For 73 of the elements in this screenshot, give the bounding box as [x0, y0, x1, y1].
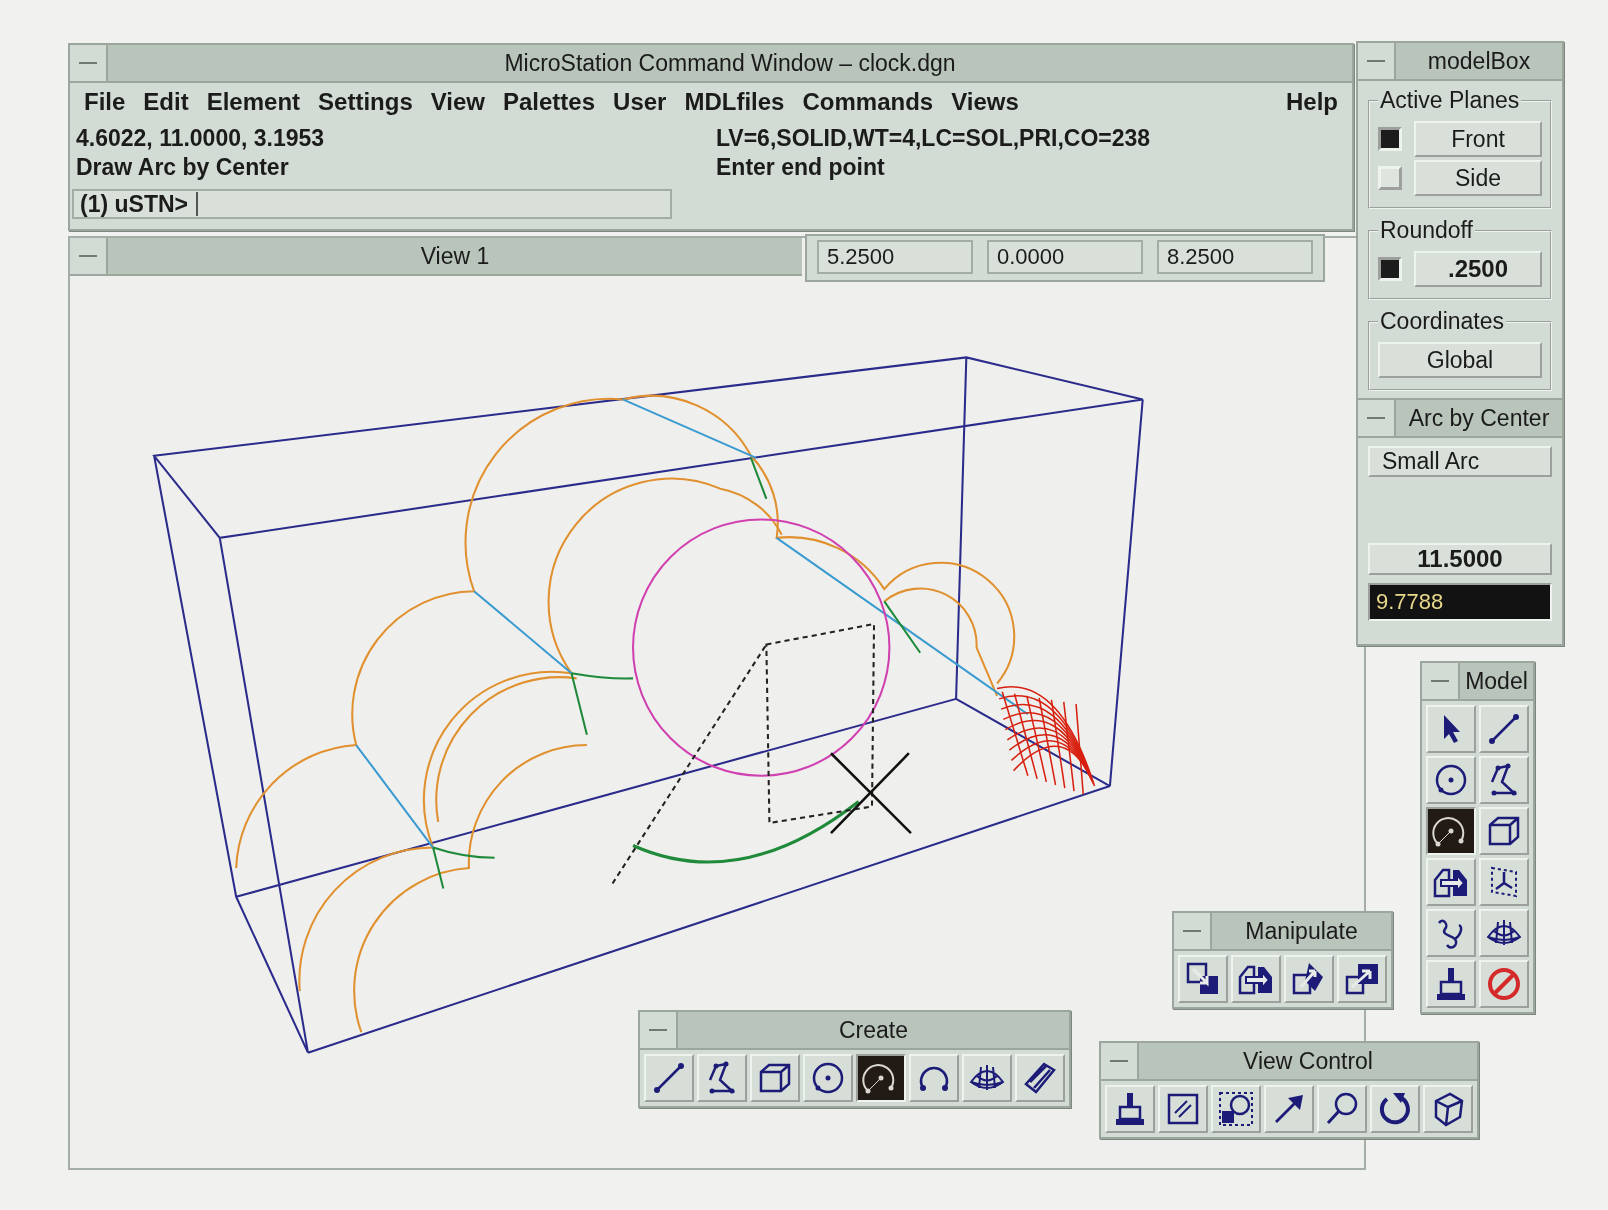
menu-item[interactable]: View	[430, 88, 485, 116]
plane-button[interactable]: Front	[1414, 121, 1542, 157]
tool-button[interactable]	[1426, 960, 1476, 1008]
tool-button[interactable]	[1479, 807, 1529, 855]
tool-button[interactable]	[1426, 705, 1476, 753]
menu-item[interactable]: Settings	[318, 88, 413, 116]
window-title: Manipulate	[1245, 917, 1358, 945]
tool-button[interactable]	[1479, 909, 1529, 957]
tool-button[interactable]	[1231, 955, 1281, 1003]
tool-button[interactable]	[1479, 858, 1529, 906]
command-text: Draw Arc by Center	[76, 154, 290, 181]
window-title: MicroStation Command Window – clock.dgn	[504, 49, 956, 77]
coordinates-button[interactable]: Global	[1378, 342, 1542, 378]
tool-button[interactable]	[1105, 1085, 1155, 1133]
menu-item[interactable]: Commands	[802, 88, 934, 116]
menu-item[interactable]: Views	[951, 88, 1019, 116]
tool-button[interactable]	[1423, 1085, 1473, 1133]
tool-button[interactable]	[1426, 756, 1476, 804]
prompt-text: Enter end point	[716, 154, 886, 181]
menu-item[interactable]: MDLfiles	[684, 88, 785, 116]
tool-button[interactable]	[1158, 1085, 1208, 1133]
tool-button[interactable]	[909, 1054, 959, 1102]
coordinates-text: 4.6022, 11.0000, 3.1953	[76, 125, 326, 152]
tool-button[interactable]	[1317, 1085, 1367, 1133]
tool-button[interactable]	[1426, 858, 1476, 906]
plane-button[interactable]: Side	[1414, 160, 1542, 196]
group-label: Roundoff	[1379, 217, 1474, 244]
tool-button[interactable]	[1479, 705, 1529, 753]
window-title: Create	[838, 1016, 908, 1044]
tool-button[interactable]	[1426, 807, 1476, 855]
value-button[interactable]: 11.5000	[1368, 543, 1552, 575]
tool-button[interactable]	[644, 1054, 694, 1102]
window-zoom-icon	[1216, 1089, 1256, 1129]
keyin-prompt: (1) uSTN>	[80, 190, 188, 218]
tool-button[interactable]	[1337, 955, 1387, 1003]
window-title: Arc by Center	[1408, 404, 1550, 432]
menu-item[interactable]: User	[613, 88, 667, 116]
keyin-field[interactable]: (1) uSTN>	[72, 189, 672, 219]
tool-button[interactable]	[1426, 909, 1476, 957]
checkbox[interactable]	[1378, 166, 1402, 190]
element-settings-text: LV=6,SOLID,WT=4,LC=SOL,PRI,CO=238	[716, 125, 1152, 152]
tool-button[interactable]	[803, 1054, 853, 1102]
menu-item[interactable]: Element	[206, 88, 301, 116]
checkbox[interactable]	[1378, 257, 1402, 281]
value-field[interactable]: 9.7788	[1368, 583, 1552, 621]
menu-item[interactable]: Edit	[143, 88, 189, 116]
tool-button[interactable]	[1015, 1054, 1065, 1102]
roundoff-button[interactable]: .2500	[1414, 251, 1542, 287]
checkbox[interactable]	[1378, 127, 1402, 151]
tool-button[interactable]	[1370, 1085, 1420, 1133]
coordinate-field[interactable]: 0.0000	[987, 240, 1143, 274]
tool-button[interactable]	[1211, 1085, 1261, 1133]
group-label: Active Planes	[1379, 87, 1521, 114]
group-label: Coordinates	[1379, 308, 1506, 335]
tool-button[interactable]	[856, 1054, 906, 1102]
window-title: Model	[1465, 667, 1528, 695]
tool-button[interactable]	[1479, 756, 1529, 804]
window-menu-button[interactable]	[70, 238, 108, 274]
tool-button[interactable]	[1264, 1085, 1314, 1133]
window-title: View 1	[420, 242, 490, 270]
window-title: View Control	[1243, 1047, 1373, 1075]
arc-mode-button[interactable]: Small Arc	[1368, 446, 1552, 477]
menu-item[interactable]: Palettes	[503, 88, 596, 116]
window-title: modelBox	[1427, 47, 1531, 75]
tool-button[interactable]	[1284, 955, 1334, 1003]
coordinate-field[interactable]: 5.2500	[817, 240, 973, 274]
coordinate-field[interactable]: 8.2500	[1157, 240, 1313, 274]
tool-button[interactable]	[962, 1054, 1012, 1102]
tool-button[interactable]	[750, 1054, 800, 1102]
tool-button[interactable]	[1178, 955, 1228, 1003]
tool-button[interactable]	[697, 1054, 747, 1102]
menu-item[interactable]: Help	[1286, 88, 1338, 116]
menu-item[interactable]: File	[84, 88, 126, 116]
